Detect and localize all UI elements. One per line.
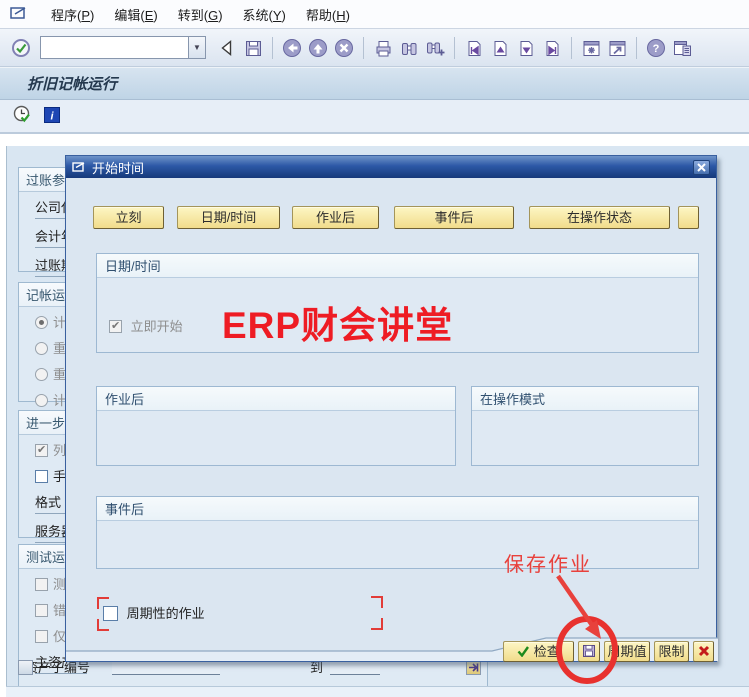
menu-edit[interactable]: 编辑(E) [104, 2, 167, 27]
cancel-button[interactable] [693, 641, 714, 662]
checkbox-only [35, 630, 48, 643]
close-icon[interactable] [693, 160, 710, 175]
after-job-button[interactable]: 作业后 [292, 206, 379, 229]
immediate-start-label: 立即开始 [131, 319, 183, 334]
menu-program[interactable]: 程序(P) [41, 2, 104, 27]
menu-bar: 程序(P) 编辑(E) 转到(G) 系统(Y) 帮助(H) [0, 0, 749, 29]
print-icon[interactable] [371, 36, 395, 60]
title-bar: 折旧记帐运行 [0, 67, 749, 100]
first-page-icon[interactable] [462, 36, 486, 60]
periodic-job-label: 周期性的作业 [127, 606, 205, 621]
value-help-icon [18, 660, 33, 675]
page-title: 折旧记帐运行 [27, 73, 117, 94]
radio-repeat-run [35, 342, 48, 355]
find-next-icon[interactable] [423, 36, 447, 60]
page-up-icon[interactable] [488, 36, 512, 60]
save-note-text: 保存作业 [504, 548, 592, 577]
operation-mode-section: 在操作模式 [471, 386, 699, 466]
start-time-dialog: 开始时间 立刻 日期/时间 作业后 事件后 在操作状态 日期/时间 立即开始 作… [65, 155, 717, 662]
enter-icon[interactable] [9, 36, 33, 60]
watermark-text: ERP财会讲堂 [222, 295, 453, 349]
start-button-extra[interactable] [678, 206, 699, 229]
nav-cancel-icon[interactable] [332, 36, 356, 60]
restrictions-button[interactable]: 限制 [654, 641, 689, 662]
application-toolbar: i [0, 100, 749, 134]
immediate-button[interactable]: 立刻 [93, 206, 164, 229]
back-icon[interactable] [215, 36, 239, 60]
sap-window: 程序(P) 编辑(E) 转到(G) 系统(Y) 帮助(H) ▼ [0, 0, 749, 697]
radio-restart-run [35, 368, 48, 381]
check-button[interactable]: 检查 [503, 641, 574, 662]
save-icon [582, 644, 596, 658]
save-job-button[interactable] [578, 641, 600, 662]
customize-layout-icon[interactable] [670, 36, 694, 60]
menu-system[interactable]: 系统(Y) [233, 2, 296, 27]
at-operation-mode-button[interactable]: 在操作状态 [529, 206, 670, 229]
info-icon[interactable]: i [44, 107, 60, 126]
sap-screen-icon [9, 5, 31, 23]
annotation-corner-tr [371, 596, 383, 608]
after-event-button[interactable]: 事件后 [394, 206, 514, 229]
new-session-icon[interactable] [579, 36, 603, 60]
after-event-section: 事件后 [96, 496, 699, 569]
dialog-title-bar[interactable]: 开始时间 [66, 156, 716, 178]
radio-planned-run [35, 316, 48, 329]
checkbox-test-run [35, 578, 48, 591]
after-job-section: 作业后 [96, 386, 456, 466]
save-icon[interactable] [241, 36, 265, 60]
svg-text:?: ? [653, 43, 660, 55]
multiple-selection-icon [466, 660, 481, 675]
nav-up-icon[interactable] [306, 36, 330, 60]
create-shortcut-icon[interactable] [605, 36, 629, 60]
menu-help[interactable]: 帮助(H) [296, 2, 360, 27]
date-time-button[interactable]: 日期/时间 [177, 206, 280, 229]
execute-schedule-icon[interactable] [12, 104, 33, 128]
find-icon[interactable] [397, 36, 421, 60]
command-dropdown-icon[interactable]: ▼ [188, 36, 206, 59]
period-values-button[interactable]: 周期值 [604, 641, 650, 662]
page-down-icon[interactable] [514, 36, 538, 60]
menu-goto[interactable]: 转到(G) [168, 2, 233, 27]
annotation-corner-br [371, 618, 383, 630]
checkbox-list-assets [35, 444, 48, 457]
dialog-title: 开始时间 [92, 158, 144, 177]
annotation-corner-tl [97, 597, 109, 609]
checkbox-manual [35, 470, 48, 483]
check-icon [517, 646, 530, 657]
status-strip [6, 686, 749, 697]
checkbox-error-log [35, 604, 48, 617]
command-field[interactable] [40, 36, 188, 59]
immediate-start-checkbox [109, 320, 122, 333]
annotation-corner-bl [97, 619, 109, 631]
last-page-icon[interactable] [540, 36, 564, 60]
dialog-screen-icon [72, 161, 86, 173]
standard-toolbar: ▼ [0, 29, 749, 67]
cancel-x-icon [698, 645, 710, 657]
radio-unplanned-run [35, 394, 48, 407]
nav-back-icon[interactable] [280, 36, 304, 60]
help-icon[interactable]: ? [644, 36, 668, 60]
